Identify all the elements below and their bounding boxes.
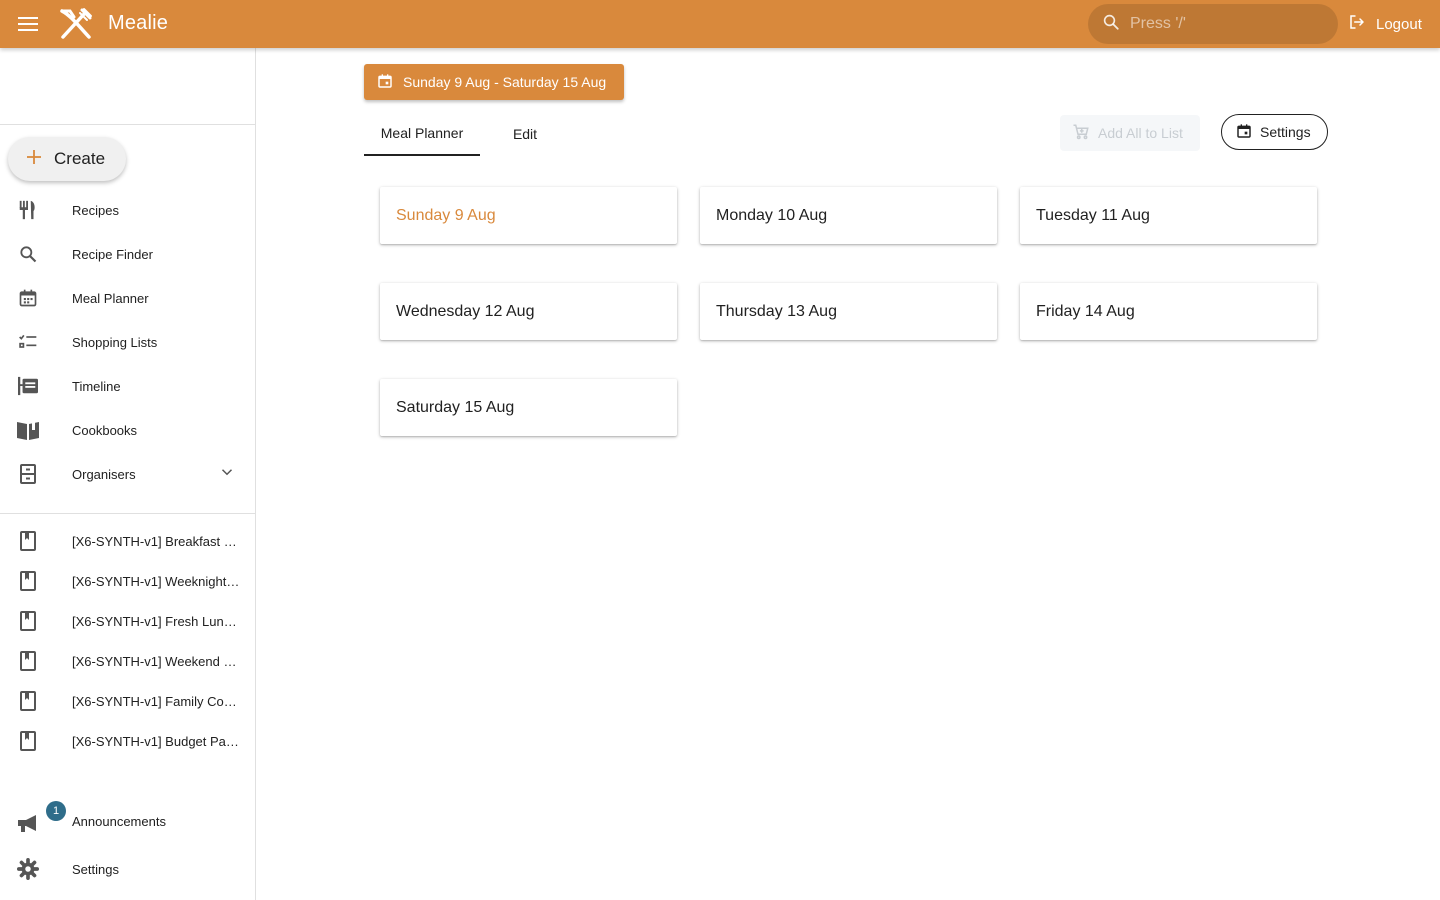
chevron-down-icon[interactable] bbox=[218, 463, 236, 486]
sidebar-item-cookbook[interactable]: [X6-SYNTH-v1] Family Comfort Food bbox=[0, 681, 255, 721]
sidebar-item-label: Announcements bbox=[72, 813, 166, 829]
megaphone-icon: 1 bbox=[16, 801, 66, 835]
sidebar-item-label: Recipe Finder bbox=[72, 246, 153, 262]
sidebar-item-announcements[interactable]: 1 Announcements bbox=[0, 801, 255, 841]
sidebar-item-meal-planner[interactable]: Meal Planner bbox=[0, 278, 255, 318]
sidebar-item-label: Meal Planner bbox=[72, 290, 149, 306]
menu-icon[interactable] bbox=[12, 8, 44, 40]
sidebar-divider bbox=[0, 513, 255, 514]
day-card-thursday[interactable]: Thursday 13 Aug bbox=[700, 283, 997, 340]
fork-knife-icon bbox=[16, 198, 40, 222]
bookmark-book-icon bbox=[16, 729, 40, 753]
sidebar-item-label: Organisers bbox=[72, 466, 136, 482]
day-label: Saturday 15 Aug bbox=[396, 398, 515, 416]
settings-label: Settings bbox=[1260, 124, 1311, 140]
calendar-icon bbox=[377, 73, 393, 92]
app-bar: Mealie Logout bbox=[0, 0, 1440, 48]
day-card-wednesday[interactable]: Wednesday 12 Aug bbox=[380, 283, 677, 340]
day-card-saturday[interactable]: Saturday 15 Aug bbox=[380, 379, 677, 436]
cookbook-label: [X6-SYNTH-v1] Budget Pantry Meals bbox=[72, 733, 240, 749]
sidebar-item-label: Settings bbox=[72, 861, 119, 877]
plus-icon bbox=[26, 149, 42, 170]
bookmark-book-icon bbox=[16, 529, 40, 553]
sidebar: Create Recipes Recipe Finder Meal Planne… bbox=[0, 48, 256, 900]
cookbook-label: [X6-SYNTH-v1] Weekend Baking bbox=[72, 653, 240, 669]
bookmark-book-icon bbox=[16, 609, 40, 633]
cookbook-label: [X6-SYNTH-v1] Breakfast Brunch Favorites bbox=[72, 533, 240, 549]
sidebar-item-label: Timeline bbox=[72, 378, 121, 394]
search-input[interactable] bbox=[1130, 15, 1320, 33]
planner-settings-button[interactable]: Settings bbox=[1221, 114, 1328, 150]
sidebar-item-label: Recipes bbox=[72, 202, 119, 218]
tab-label: Edit bbox=[512, 126, 538, 142]
sidebar-item-cookbook[interactable]: [X6-SYNTH-v1] Fresh Lunches bbox=[0, 601, 255, 641]
sidebar-item-recipes[interactable]: Recipes bbox=[0, 190, 255, 230]
logout-button[interactable]: Logout bbox=[1348, 12, 1422, 36]
cart-icon bbox=[1072, 123, 1090, 144]
day-card-sunday[interactable]: Sunday 9 Aug bbox=[380, 187, 677, 244]
add-all-label: Add All to List bbox=[1098, 125, 1183, 141]
bookmark-book-icon bbox=[16, 569, 40, 593]
search-icon bbox=[1102, 13, 1120, 36]
cookbook-label: [X6-SYNTH-v1] Weeknight Dinners bbox=[72, 573, 240, 589]
sidebar-divider bbox=[0, 124, 255, 125]
create-button[interactable]: Create bbox=[8, 137, 126, 181]
logout-label: Logout bbox=[1376, 15, 1422, 33]
sidebar-item-label: Cookbooks bbox=[72, 422, 138, 438]
cookbook-label: [X6-SYNTH-v1] Family Comfort Food bbox=[72, 693, 240, 709]
timeline-icon bbox=[16, 374, 40, 398]
sidebar-item-settings[interactable]: Settings bbox=[0, 849, 255, 889]
sidebar-item-label: Shopping Lists bbox=[72, 334, 158, 350]
sidebar-item-cookbook[interactable]: [X6-SYNTH-v1] Weeknight Dinners bbox=[0, 561, 255, 601]
tab-meal-planner[interactable]: Meal Planner bbox=[364, 112, 480, 156]
calendar-icon bbox=[16, 286, 40, 310]
mealie-logo-icon[interactable] bbox=[58, 7, 94, 41]
add-all-to-list-button[interactable]: Add All to List bbox=[1060, 115, 1200, 151]
sidebar-item-timeline[interactable]: Timeline bbox=[0, 366, 255, 406]
sidebar-item-organisers[interactable]: Organisers bbox=[0, 454, 255, 494]
calendar-icon bbox=[1236, 123, 1252, 142]
search-field[interactable] bbox=[1088, 4, 1338, 44]
book-open-icon bbox=[16, 418, 40, 442]
sidebar-item-recipe-finder[interactable]: Recipe Finder bbox=[0, 234, 255, 274]
date-range-label: Sunday 9 Aug - Saturday 15 Aug bbox=[403, 74, 607, 90]
day-label: Sunday 9 Aug bbox=[396, 206, 496, 224]
sidebar-item-cookbooks[interactable]: Cookbooks bbox=[0, 410, 255, 450]
day-label: Monday 10 Aug bbox=[716, 206, 828, 224]
sidebar-item-shopping-lists[interactable]: Shopping Lists bbox=[0, 322, 255, 362]
day-label: Tuesday 11 Aug bbox=[1036, 206, 1150, 224]
gear-icon bbox=[16, 857, 40, 881]
create-label: Create bbox=[54, 149, 106, 168]
bookmark-book-icon bbox=[16, 689, 40, 713]
day-card-tuesday[interactable]: Tuesday 11 Aug bbox=[1020, 187, 1317, 244]
sidebar-item-cookbook[interactable]: [X6-SYNTH-v1] Budget Pantry Meals bbox=[0, 721, 255, 761]
sidebar-item-cookbook[interactable]: [X6-SYNTH-v1] Breakfast Brunch Favorites bbox=[0, 521, 255, 561]
notification-badge: 1 bbox=[46, 801, 66, 821]
tab-edit[interactable]: Edit bbox=[480, 112, 570, 156]
day-label: Thursday 13 Aug bbox=[716, 302, 837, 320]
day-card-monday[interactable]: Monday 10 Aug bbox=[700, 187, 997, 244]
cabinet-icon bbox=[16, 462, 40, 486]
app-title[interactable]: Mealie bbox=[108, 12, 168, 35]
logout-icon bbox=[1348, 13, 1366, 35]
cookbook-label: [X6-SYNTH-v1] Fresh Lunches bbox=[72, 613, 240, 629]
day-label: Wednesday 12 Aug bbox=[396, 302, 535, 320]
tab-label: Meal Planner bbox=[380, 125, 464, 141]
search-icon bbox=[16, 242, 40, 266]
bookmark-book-icon bbox=[16, 649, 40, 673]
date-range-button[interactable]: Sunday 9 Aug - Saturday 15 Aug bbox=[364, 64, 624, 100]
day-label: Friday 14 Aug bbox=[1036, 302, 1135, 320]
checklist-icon bbox=[16, 330, 40, 354]
day-card-friday[interactable]: Friday 14 Aug bbox=[1020, 283, 1317, 340]
sidebar-item-cookbook[interactable]: [X6-SYNTH-v1] Weekend Baking bbox=[0, 641, 255, 681]
